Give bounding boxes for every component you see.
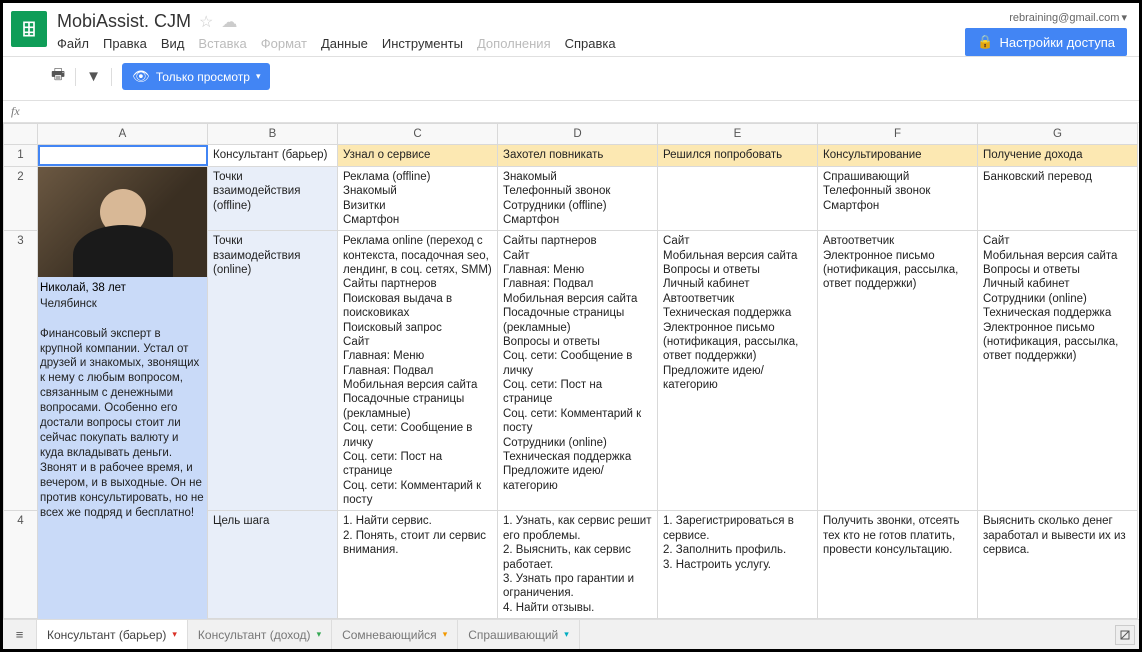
- sheet-tab-label: Спрашивающий: [468, 628, 558, 642]
- email-text: rebraining@gmail.com: [1009, 12, 1119, 24]
- caret-down-icon: ▾: [172, 629, 177, 640]
- col-header-B[interactable]: B: [208, 124, 338, 145]
- menu-data[interactable]: Данные: [321, 36, 368, 51]
- persona-city: Челябинск: [40, 297, 205, 312]
- cell-C4[interactable]: 1. Найти сервис. 2. Понять, стоит ли сер…: [338, 511, 498, 619]
- table-row: 1 Консультант (барьер) Узнал о сервисе З…: [4, 145, 1138, 166]
- folder-icon[interactable]: ☁: [221, 12, 237, 32]
- row-header-1[interactable]: 1: [4, 145, 38, 166]
- toolbar: 🖶 ▼ 👁 Только просмотр ▾: [3, 57, 1139, 100]
- menu-insert: Вставка: [198, 36, 246, 51]
- menu-tools[interactable]: Инструменты: [382, 36, 463, 51]
- cell-C1[interactable]: Узнал о сервисе: [338, 145, 498, 166]
- cell-B2[interactable]: Точки взаимодействия (offline): [208, 166, 338, 231]
- cell-C2[interactable]: Реклама (offline) Знакомый Визитки Смарт…: [338, 166, 498, 231]
- caret-down-icon: ▾: [256, 71, 261, 82]
- share-label: Настройки доступа: [999, 35, 1115, 50]
- col-header-D[interactable]: D: [498, 124, 658, 145]
- sheet-tab-label: Сомневающийся: [342, 628, 437, 642]
- cell-E3[interactable]: Сайт Мобильная версия сайта Вопросы и от…: [658, 231, 818, 511]
- cell-F2[interactable]: Спрашивающий Телефонный звонок Смартфон: [818, 166, 978, 231]
- sheets-logo[interactable]: [11, 11, 47, 47]
- cell-E1[interactable]: Решился попробовать: [658, 145, 818, 166]
- col-header-F[interactable]: F: [818, 124, 978, 145]
- sheet-tab-3[interactable]: Сомневающийся ▾: [332, 620, 458, 649]
- caret-down-icon: ▾: [317, 629, 322, 640]
- sheet-tab-2[interactable]: Консультант (доход) ▾: [188, 620, 332, 649]
- persona-name: Николай, 38 лет: [40, 281, 205, 296]
- cell-D4[interactable]: 1. Узнать, как сервис решит его проблемы…: [498, 511, 658, 619]
- view-only-button[interactable]: 👁 Только просмотр ▾: [122, 63, 270, 90]
- col-header-G[interactable]: G: [978, 124, 1138, 145]
- cell-C3[interactable]: Реклама online (переход с контекста, пос…: [338, 231, 498, 511]
- cell-E4[interactable]: 1. Зарегистрироваться в сервисе. 2. Запо…: [658, 511, 818, 619]
- menu-bar: Файл Правка Вид Вставка Формат Данные Ин…: [57, 36, 965, 51]
- persona-photo: [38, 167, 207, 277]
- eye-icon: 👁: [132, 68, 150, 85]
- sheet-tab-label: Консультант (доход): [198, 628, 311, 642]
- menu-format: Формат: [261, 36, 307, 51]
- cell-D2[interactable]: Знакомый Телефонный звонок Сотрудники (o…: [498, 166, 658, 231]
- view-only-label: Только просмотр: [156, 70, 250, 84]
- cell-F3[interactable]: Автоответчик Электронное письмо (нотифик…: [818, 231, 978, 511]
- cell-F1[interactable]: Консультирование: [818, 145, 978, 166]
- lock-icon: 🔒: [977, 34, 993, 50]
- cell-D1[interactable]: Захотел повникать: [498, 145, 658, 166]
- sheet-tab-4[interactable]: Спрашивающий ▾: [458, 620, 580, 649]
- sheet-tabs-bar: ≡ Консультант (барьер) ▾ Консультант (до…: [3, 619, 1139, 649]
- cell-B3[interactable]: Точки взаимодействия (online): [208, 231, 338, 511]
- cell-G4[interactable]: Выяснить сколько денег заработал и вывес…: [978, 511, 1138, 619]
- account-email[interactable]: rebraining@gmail.com ▾: [1009, 11, 1127, 24]
- cell-F4[interactable]: Получить звонки, отсеять тех кто не гото…: [818, 511, 978, 619]
- row-header-4[interactable]: 4: [4, 511, 38, 619]
- sheet-tab-1[interactable]: Консультант (барьер) ▾: [37, 620, 188, 649]
- persona-bio: Финансовый эксперт в крупной компании. У…: [40, 327, 205, 521]
- fx-label: fx: [11, 104, 20, 119]
- table-row: 2 Николай, 38 лет Челябинск Финансовый э…: [4, 166, 1138, 231]
- menu-file[interactable]: Файл: [57, 36, 89, 51]
- spreadsheet-grid[interactable]: A B C D E F G 1 Консультант (барьер) Узн…: [3, 123, 1138, 625]
- menu-view[interactable]: Вид: [161, 36, 185, 51]
- col-header-C[interactable]: C: [338, 124, 498, 145]
- row-header-3[interactable]: 3: [4, 231, 38, 511]
- cell-A1[interactable]: [38, 145, 208, 166]
- sheet-tab-label: Консультант (барьер): [47, 628, 166, 642]
- persona-cell[interactable]: Николай, 38 лет Челябинск Финансовый экс…: [38, 166, 208, 625]
- cell-E2[interactable]: [658, 166, 818, 231]
- caret-down-icon: ▾: [443, 629, 448, 640]
- cell-B4[interactable]: Цель шага: [208, 511, 338, 619]
- share-button[interactable]: 🔒 Настройки доступа: [965, 28, 1127, 56]
- all-sheets-button[interactable]: ≡: [3, 620, 37, 649]
- menu-edit[interactable]: Правка: [103, 36, 147, 51]
- explore-button[interactable]: [1115, 625, 1135, 645]
- row-header-2[interactable]: 2: [4, 166, 38, 231]
- star-icon[interactable]: ☆: [199, 12, 213, 32]
- cell-G3[interactable]: Сайт Мобильная версия сайта Вопросы и от…: [978, 231, 1138, 511]
- col-header-E[interactable]: E: [658, 124, 818, 145]
- filter-icon[interactable]: ▼: [86, 68, 101, 85]
- cell-B1[interactable]: Консультант (барьер): [208, 145, 338, 166]
- caret-down-icon: ▾: [1121, 11, 1127, 24]
- formula-bar[interactable]: fx: [3, 100, 1139, 123]
- print-icon[interactable]: 🖶: [51, 64, 65, 89]
- doc-title[interactable]: MobiAssist. CJM: [57, 11, 191, 32]
- select-all-cell[interactable]: [4, 124, 38, 145]
- cell-G1[interactable]: Получение дохода: [978, 145, 1138, 166]
- cell-D3[interactable]: Сайты партнеров Сайт Главная: Меню Главн…: [498, 231, 658, 511]
- caret-down-icon: ▾: [564, 629, 569, 640]
- menu-help[interactable]: Справка: [565, 36, 616, 51]
- cell-G2[interactable]: Банковский перевод: [978, 166, 1138, 231]
- menu-addons: Дополнения: [477, 36, 551, 51]
- col-header-A[interactable]: A: [38, 124, 208, 145]
